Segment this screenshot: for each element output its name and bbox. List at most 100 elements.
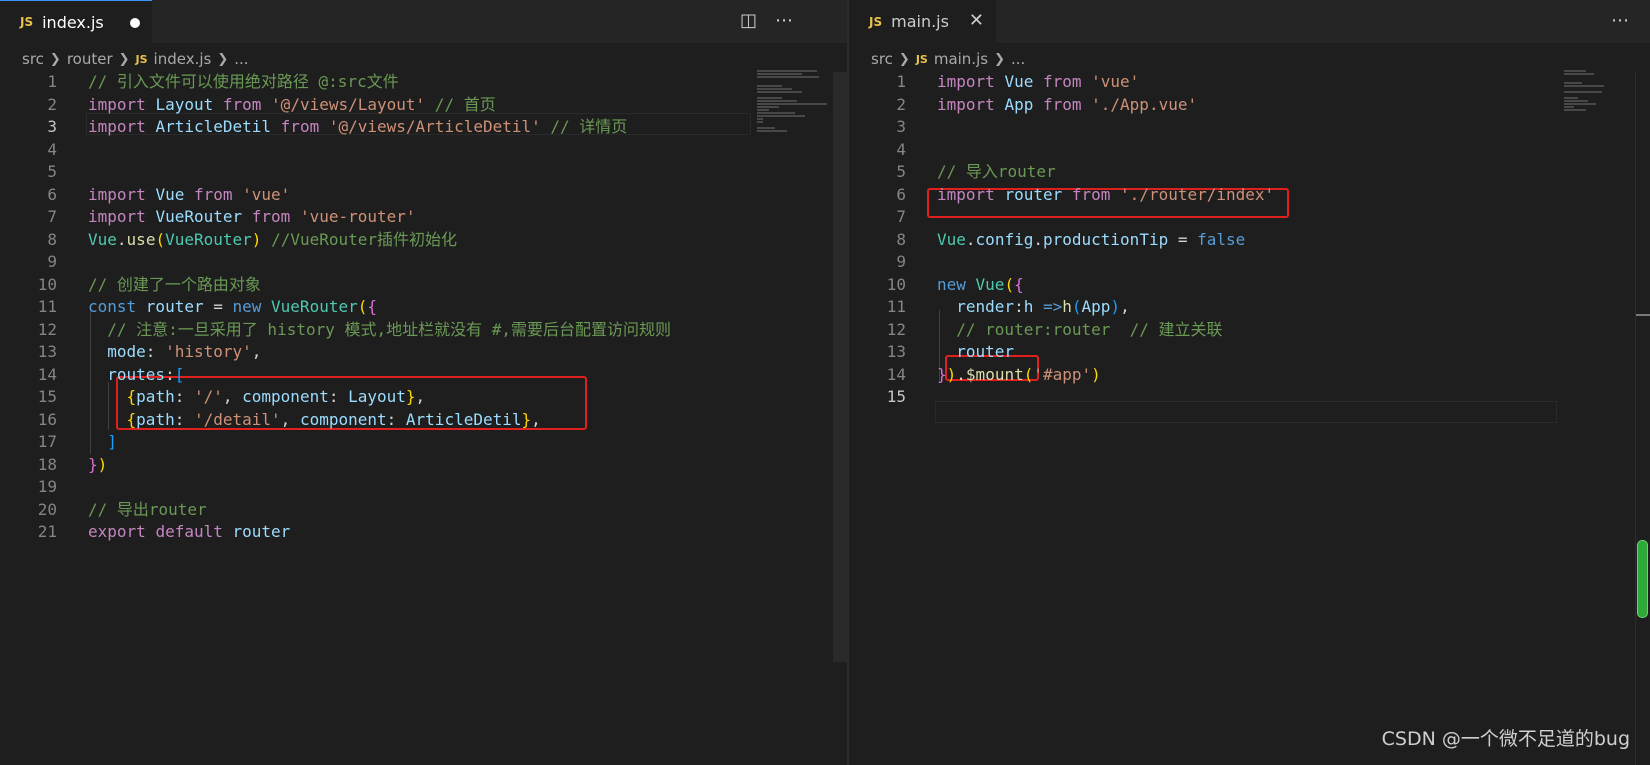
code-line[interactable]: 1 import Vue from 'vue' xyxy=(849,70,1650,94)
code-text[interactable]: // 引入文件可以使用绝对路径 @:src文件 xyxy=(88,70,399,94)
code-text[interactable]: // 导出router xyxy=(88,498,207,522)
code-token: from xyxy=(251,207,300,226)
breadcrumb-item-symbols[interactable]: ... xyxy=(234,50,248,68)
more-actions-icon[interactable]: ⋯ xyxy=(775,10,793,31)
code-line[interactable]: 15 xyxy=(849,385,1650,409)
code-text[interactable]: import Vue from 'vue' xyxy=(88,183,290,207)
code-token: use xyxy=(126,229,156,249)
line-number: 7 xyxy=(896,207,906,226)
code-text[interactable]: }).$mount('#app') xyxy=(937,363,1101,387)
close-icon[interactable]: ✕ xyxy=(969,10,984,31)
code-text[interactable]: export default router xyxy=(88,520,290,544)
split-editor-icon[interactable]: ◫ xyxy=(740,10,757,31)
code-text[interactable]: import App from './App.vue' xyxy=(937,93,1197,117)
code-line[interactable]: 12 // router:router // 建立关联 xyxy=(849,318,1650,342)
line-number: 20 xyxy=(37,499,57,519)
minimap[interactable] xyxy=(1564,70,1640,180)
code-text[interactable]: const router = new VueRouter({ xyxy=(88,295,377,319)
code-text[interactable]: import ArticleDetil from '@/views/Articl… xyxy=(88,115,627,139)
code-text[interactable]: render:h =>h(App), xyxy=(937,295,1129,319)
vertical-scrollbar[interactable] xyxy=(833,72,847,662)
line-number: 12 xyxy=(37,319,57,339)
scrollbar-thumb[interactable] xyxy=(1637,540,1648,618)
code-line[interactable]: 11 const router = new VueRouter({ xyxy=(0,295,847,319)
code-text[interactable]: Vue.config.productionTip = false xyxy=(937,228,1245,252)
code-token: false xyxy=(1197,229,1246,249)
code-line[interactable]: 7 import VueRouter from 'vue-router' xyxy=(0,205,847,229)
code-token: VueRouter xyxy=(271,297,358,316)
code-line[interactable]: 2 import App from './App.vue' xyxy=(849,93,1650,117)
code-line[interactable]: 12 // 注意:一旦采用了 history 模式,地址栏就没有 #,需要后台配… xyxy=(0,318,847,342)
code-line[interactable]: 16 {path: '/detail', component: ArticleD… xyxy=(0,408,847,432)
code-text[interactable]: router xyxy=(937,340,1014,364)
code-line[interactable]: 21 export default router xyxy=(0,520,847,544)
code-text[interactable]: // router:router // 建立关联 xyxy=(937,318,1222,342)
code-text[interactable]: }) xyxy=(88,453,107,477)
line-number: 13 xyxy=(886,342,906,361)
code-line[interactable]: 8 Vue.use(VueRouter) //VueRouter插件初始化 xyxy=(0,228,847,252)
code-line[interactable]: 13 router xyxy=(849,340,1650,364)
code-text[interactable]: import Layout from '@/views/Layout' // 首… xyxy=(88,93,496,117)
line-number: 9 xyxy=(47,252,57,271)
code-text[interactable]: new Vue({ xyxy=(937,273,1024,297)
code-text[interactable]: // 注意:一旦采用了 history 模式,地址栏就没有 #,需要后台配置访问… xyxy=(88,318,671,342)
code-line[interactable]: 2 import Layout from '@/views/Layout' // … xyxy=(0,93,847,117)
code-text[interactable]: ] xyxy=(88,430,117,454)
code-line[interactable]: 14}).$mount('#app') xyxy=(849,363,1650,387)
code-line[interactable]: 15 {path: '/', component: Layout}, xyxy=(0,385,847,409)
code-editor[interactable]: 1 // 引入文件可以使用绝对路径 @:src文件 2 import Layout f… xyxy=(0,70,847,670)
code-line[interactable]: 17 ] xyxy=(0,430,847,454)
more-actions-icon[interactable]: ⋯ xyxy=(1611,10,1629,31)
code-token: Layout xyxy=(348,387,406,406)
code-line[interactable]: 11 render:h =>h(App), xyxy=(849,295,1650,319)
breadcrumb-item-file[interactable]: index.js xyxy=(154,50,212,68)
code-line[interactable]: 8 Vue.config.productionTip = false xyxy=(849,228,1650,252)
minimap[interactable] xyxy=(757,70,833,180)
code-line[interactable]: 6 import router from './router/index' xyxy=(849,183,1650,207)
code-text[interactable]: Vue.use(VueRouter) //VueRouter插件初始化 xyxy=(88,228,457,252)
code-line[interactable]: 5 xyxy=(0,160,847,184)
code-text[interactable]: mode: 'history', xyxy=(88,340,261,364)
code-line[interactable]: 10 new Vue({ xyxy=(849,273,1650,297)
breadcrumb-item-router[interactable]: router xyxy=(67,50,113,68)
code-line[interactable]: 3 xyxy=(849,115,1650,139)
breadcrumb-item-symbols[interactable]: ... xyxy=(1011,50,1025,68)
breadcrumb-item-src[interactable]: src xyxy=(871,50,893,68)
code-text[interactable]: {path: '/', component: Layout}, xyxy=(88,385,426,409)
code-line[interactable]: 7 xyxy=(849,205,1650,229)
tab-main-js[interactable]: JS main.js ✕ xyxy=(849,0,997,43)
code-text[interactable]: routes:[ xyxy=(88,363,184,387)
code-line[interactable]: 6 import Vue from 'vue' xyxy=(0,183,847,207)
code-line[interactable]: 13 mode: 'history', xyxy=(0,340,847,364)
code-line[interactable]: 9 xyxy=(0,250,847,274)
code-line[interactable]: 19 xyxy=(0,475,847,499)
code-line[interactable]: 20 // 导出router xyxy=(0,498,847,522)
code-line[interactable]: 9 xyxy=(849,250,1650,274)
code-line[interactable]: 3 import ArticleDetil from '@/views/Artic… xyxy=(0,115,847,139)
overview-ruler[interactable] xyxy=(1635,72,1650,765)
code-line[interactable]: 10 // 创建了一个路由对象 xyxy=(0,273,847,297)
code-text[interactable]: {path: '/detail', component: ArticleDeti… xyxy=(88,408,541,432)
tab-index-js[interactable]: JS index.js xyxy=(0,0,152,43)
code-token: new xyxy=(937,274,976,294)
code-line[interactable]: 18}) xyxy=(0,453,847,477)
breadcrumb-item-src[interactable]: src xyxy=(22,50,44,68)
code-token: // 导出router xyxy=(88,499,207,519)
code-line[interactable]: 5 // 导入router xyxy=(849,160,1650,184)
code-line[interactable]: 4 xyxy=(0,138,847,162)
code-token: Vue xyxy=(88,229,117,249)
code-line[interactable]: 1 // 引入文件可以使用绝对路径 @:src文件 xyxy=(0,70,847,94)
breadcrumb-item-file[interactable]: main.js xyxy=(934,50,988,68)
unsaved-dot-icon[interactable] xyxy=(130,18,140,28)
code-line[interactable]: 14 routes:[ xyxy=(0,363,847,387)
code-text[interactable]: // 导入router xyxy=(937,160,1056,184)
code-token: ) xyxy=(946,364,957,384)
code-token: ) xyxy=(97,454,108,474)
code-line[interactable]: 4 xyxy=(849,138,1650,162)
code-text[interactable]: import router from './router/index' xyxy=(937,183,1274,207)
code-token: from xyxy=(1042,94,1092,114)
code-text[interactable]: // 创建了一个路由对象 xyxy=(88,273,261,297)
code-text[interactable]: import VueRouter from 'vue-router' xyxy=(88,205,416,229)
code-text[interactable]: import Vue from 'vue' xyxy=(937,70,1139,94)
code-editor[interactable]: 1 import Vue from 'vue' 2 import App from '… xyxy=(849,70,1650,670)
